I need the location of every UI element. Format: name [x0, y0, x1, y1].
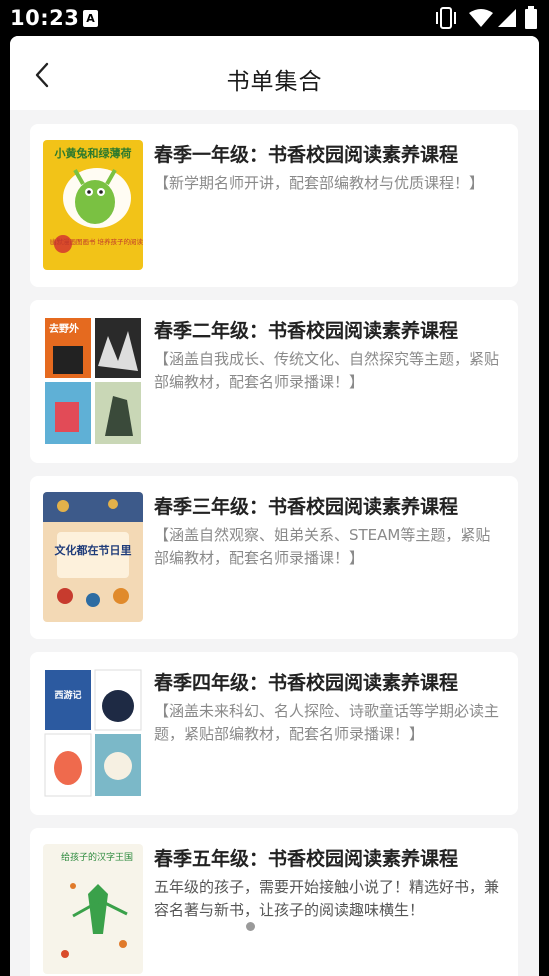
book-list-card[interactable]: 小黄兔和绿薄荷 幽默漫画图画书 培养孩子的阅读习惯 春季一年级：书香校园阅读素养…	[30, 124, 518, 287]
card-description: 【新学期名师开讲，配套部编教材与优质课程！】	[154, 174, 485, 192]
vibrate-icon	[436, 7, 456, 29]
cover-title-text: 文化都在节日里	[55, 543, 132, 557]
card-title: 春季一年级：书香校园阅读素养课程	[154, 144, 459, 166]
app-screen: 书单集合 小黄兔和绿薄荷 幽默漫画图画书 培养孩子的阅读习惯 春季一年级：书香校…	[10, 36, 539, 976]
page-title: 书单集合	[226, 69, 323, 95]
book-list-card[interactable]: 去野外 春季二年级：书香校园阅读素养课程 【涵盖自我成长、传统文化、自然探究等主…	[30, 300, 518, 463]
card-title: 春季五年级：书香校园阅读素养课程	[154, 848, 459, 870]
battery-icon	[525, 6, 537, 29]
signal-icon	[498, 9, 516, 27]
book-list-card[interactable]: 给孩子的汉字王国 春季五年级：书香校园阅读素养课程 五年级的孩子，需要开始接触小…	[30, 828, 518, 976]
wifi-icon	[469, 9, 493, 27]
cover-title-text: 西游记	[54, 689, 81, 701]
book-cover-image: 文化都在节日里	[43, 492, 143, 622]
book-list-card[interactable]: 文化都在节日里 春季三年级：书香校园阅读素养课程 【涵盖自然观察、姐弟关系、ST…	[30, 476, 518, 639]
status-bar: 10:23 A	[0, 0, 549, 36]
card-description: 【涵盖自我成长、传统文化、自然探究等主题，紧贴部编教材，配套名师录播课！】	[154, 350, 500, 391]
card-title: 春季四年级：书香校园阅读素养课程	[154, 672, 459, 694]
card-description: 【涵盖未来科幻、名人探险、诗歌童话等学期必读主题，紧贴部编教材，配套名师录播课！…	[154, 702, 500, 743]
book-cover-image: 西游记	[43, 668, 143, 798]
card-description: 【涵盖自然观察、姐弟关系、STEAM等主题，紧贴部编教材，配套名师录播课！】	[154, 526, 491, 567]
scroll-indicator	[246, 922, 255, 931]
card-description: 五年级的孩子，需要开始接触小说了！精选好书，兼容名著与新书，让孩子的阅读趣味横生…	[154, 878, 500, 919]
card-title: 春季三年级：书香校园阅读素养课程	[154, 496, 459, 518]
cover-title-text: 给孩子的汉字王国	[61, 851, 133, 863]
notification-icon: A	[83, 10, 98, 27]
status-time: 10:23	[10, 6, 80, 30]
cover-title-text: 去野外	[49, 322, 79, 335]
cover-title-text: 小黄兔和绿薄荷	[54, 146, 132, 160]
nav-bar: 书单集合	[10, 36, 539, 110]
book-cover-image: 小黄兔和绿薄荷 幽默漫画图画书 培养孩子的阅读习惯	[43, 140, 143, 270]
book-cover-image: 去野外	[43, 316, 143, 446]
book-cover-image: 给孩子的汉字王国	[43, 844, 143, 974]
book-list-card[interactable]: 西游记 春季四年级：书香校园阅读素养课程 【涵盖未来科幻、名人探险、诗歌童话等学…	[30, 652, 518, 815]
card-title: 春季二年级：书香校园阅读素养课程	[154, 320, 459, 342]
cover-sub-text: 幽默漫画图画书 培养孩子的阅读习惯	[50, 237, 143, 246]
